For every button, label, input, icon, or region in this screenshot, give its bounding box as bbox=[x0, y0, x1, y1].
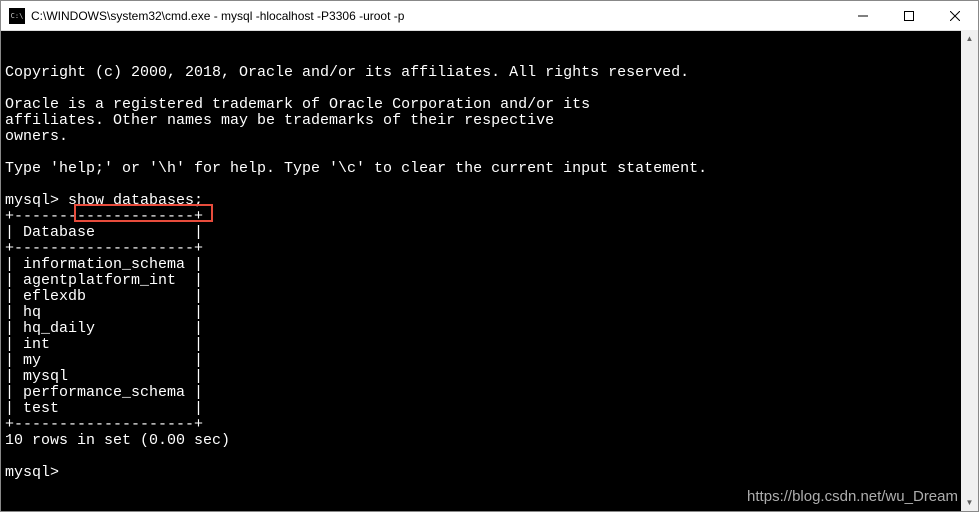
minimize-icon bbox=[858, 11, 868, 21]
mysql-prompt: mysql> bbox=[5, 192, 59, 209]
vertical-scrollbar[interactable]: ▲ ▼ bbox=[961, 30, 978, 511]
table-row: | information_schema | bbox=[5, 256, 203, 273]
table-row: | mysql | bbox=[5, 368, 203, 385]
table-row: | hq_daily | bbox=[5, 320, 203, 337]
table-header: | Database | bbox=[5, 224, 203, 241]
table-row: | agentplatform_int | bbox=[5, 272, 203, 289]
minimize-button[interactable] bbox=[840, 1, 886, 30]
terminal[interactable]: Copyright (c) 2000, 2018, Oracle and/or … bbox=[1, 31, 978, 511]
maximize-button[interactable] bbox=[886, 1, 932, 30]
table-row: | performance_schema | bbox=[5, 384, 203, 401]
scroll-down-arrow-icon[interactable]: ▼ bbox=[961, 494, 978, 511]
close-button[interactable] bbox=[932, 1, 978, 30]
window-title: C:\WINDOWS\system32\cmd.exe - mysql -hlo… bbox=[31, 9, 840, 23]
maximize-icon bbox=[904, 11, 914, 21]
scroll-up-arrow-icon[interactable]: ▲ bbox=[961, 30, 978, 47]
table-row: | test | bbox=[5, 400, 203, 417]
watermark: https://blog.csdn.net/wu_Dream bbox=[747, 489, 958, 505]
table-row: | eflexdb | bbox=[5, 288, 203, 305]
terminal-content: Copyright (c) 2000, 2018, Oracle and/or … bbox=[5, 65, 974, 481]
table-border-bot: +--------------------+ bbox=[5, 416, 203, 433]
table-row: | int | bbox=[5, 336, 203, 353]
table-border-mid: +--------------------+ bbox=[5, 240, 203, 257]
cmd-window: C:\WINDOWS\system32\cmd.exe - mysql -hlo… bbox=[0, 0, 979, 512]
trademark-line-1: Oracle is a registered trademark of Orac… bbox=[5, 96, 590, 113]
help-line: Type 'help;' or '\h' for help. Type '\c'… bbox=[5, 160, 707, 177]
command-text: show databases; bbox=[59, 192, 203, 209]
table-border-top: +--------------------+ bbox=[5, 208, 203, 225]
table-row: | hq | bbox=[5, 304, 203, 321]
result-line: 10 rows in set (0.00 sec) bbox=[5, 432, 230, 449]
window-controls bbox=[840, 1, 978, 30]
table-row: | my | bbox=[5, 352, 203, 369]
trademark-line-2: affiliates. Other names may be trademark… bbox=[5, 112, 554, 129]
titlebar: C:\WINDOWS\system32\cmd.exe - mysql -hlo… bbox=[1, 1, 978, 31]
close-icon bbox=[950, 11, 960, 21]
copyright-line: Copyright (c) 2000, 2018, Oracle and/or … bbox=[5, 64, 689, 81]
mysql-prompt-2: mysql> bbox=[5, 464, 59, 481]
cmd-icon bbox=[9, 8, 25, 24]
trademark-line-3: owners. bbox=[5, 128, 68, 145]
